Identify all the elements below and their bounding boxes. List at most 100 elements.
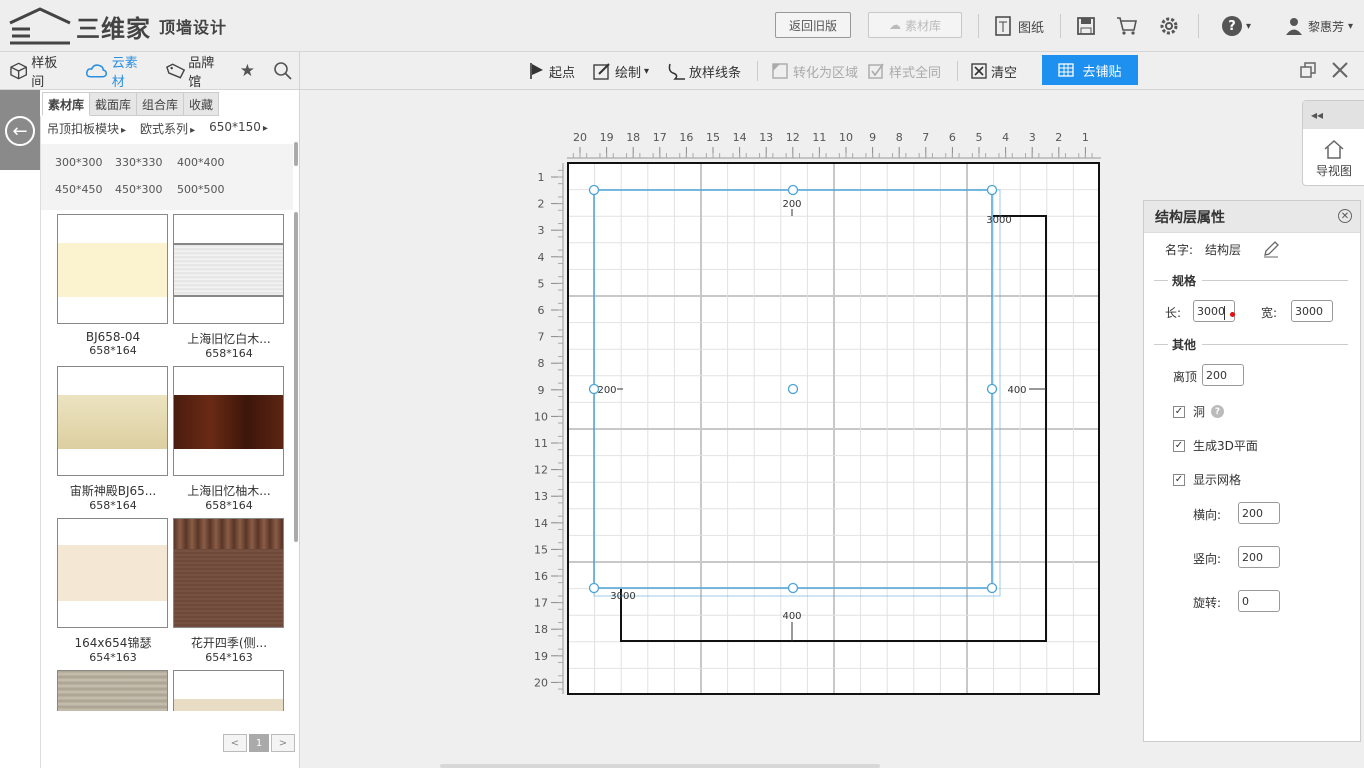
start-point-tool[interactable]: 起点: [529, 59, 575, 83]
tab-cloud-material[interactable]: 云素材: [75, 52, 155, 90]
prev-page-button[interactable]: <: [223, 734, 247, 752]
material-list-scrollbar[interactable]: [294, 212, 298, 542]
clear-tool[interactable]: 清空: [971, 59, 1017, 83]
resize-handle[interactable]: [588, 184, 600, 196]
tab-brand-hall[interactable]: 品牌馆: [155, 52, 232, 90]
rotation-input[interactable]: [1238, 590, 1280, 612]
next-page-button[interactable]: >: [271, 734, 295, 752]
material-thumbnail: [57, 518, 168, 628]
name-label: 名字:: [1165, 243, 1194, 257]
draw-tool[interactable]: 绘制 ▾: [593, 59, 649, 83]
cart-button[interactable]: [1116, 14, 1138, 38]
collapse-view-button[interactable]: ◂◂: [1303, 101, 1364, 129]
resize-handle[interactable]: [787, 582, 799, 594]
breadcrumb-item[interactable]: 欧式系列: [140, 120, 195, 137]
size-option[interactable]: 330*330: [115, 156, 163, 169]
resize-handle[interactable]: [787, 383, 799, 395]
material-thumbnail: [57, 214, 168, 324]
structure-properties-panel: 结构层属性 ✕ 名字: 结构层 规格 长: 宽: 其他 离顶 ✓ 洞 ? ✓ 生…: [1143, 200, 1361, 742]
save-button[interactable]: [1076, 14, 1096, 38]
close-properties-button[interactable]: ✕: [1338, 209, 1352, 223]
material-library-button[interactable]: ☁ 素材库: [868, 12, 962, 38]
cube-icon: [10, 62, 27, 80]
resize-handle[interactable]: [787, 184, 799, 196]
loft-line-tool[interactable]: 放样线条: [667, 59, 741, 83]
length-label: 长:: [1165, 306, 1182, 320]
length-input[interactable]: [1193, 300, 1235, 322]
material-card[interactable]: 上海旧忆白木... 658*164: [173, 214, 285, 360]
bottom-scrollbar[interactable]: [440, 764, 880, 768]
material-card[interactable]: [57, 670, 169, 711]
close-window-button[interactable]: [1326, 56, 1354, 84]
material-thumbnail: [173, 518, 284, 628]
start-point-label: 起点: [549, 65, 576, 81]
ruler-tick-label: 4: [1002, 131, 1009, 144]
material-dimensions: 654*163: [89, 651, 137, 664]
help-icon[interactable]: ?: [1211, 405, 1225, 418]
tab-section-library[interactable]: 截面库: [90, 92, 138, 116]
back-strip: ←: [0, 90, 40, 170]
ruler-tick-label: 3: [538, 224, 545, 237]
convert-to-region-tool[interactable]: 转化为区域: [771, 59, 858, 83]
drawing-button[interactable]: 图纸: [994, 14, 1044, 38]
width-input[interactable]: [1291, 300, 1333, 322]
material-card[interactable]: 花开四季(侧... 654*163: [173, 518, 285, 664]
ruler-tick-label: 19: [534, 650, 548, 663]
search-button[interactable]: [261, 52, 299, 90]
edit-name-button[interactable]: [1262, 241, 1280, 259]
size-option[interactable]: 450*450: [55, 183, 103, 196]
material-card[interactable]: BJ658-04 658*164: [57, 214, 169, 357]
material-browser: 吊顶扣板模块 欧式系列 650*150 300*300 330*330 400*…: [40, 116, 299, 768]
current-page[interactable]: 1: [249, 734, 269, 752]
ruler-tick-label: 14: [733, 131, 747, 144]
resize-handle[interactable]: [986, 383, 998, 395]
generate-3d-checkbox[interactable]: ✓ 生成3D平面: [1173, 437, 1258, 454]
dim-label-width-bottom: 3000: [610, 591, 635, 602]
material-card[interactable]: [173, 670, 285, 711]
resize-handle[interactable]: [986, 184, 998, 196]
help-menu[interactable]: ? ▾: [1222, 14, 1251, 38]
go-to-paste-button[interactable]: 去铺贴: [1042, 55, 1138, 85]
resize-handle[interactable]: [986, 582, 998, 594]
restore-window-button[interactable]: [1294, 56, 1322, 84]
show-grid-checkbox[interactable]: ✓ 显示网格: [1173, 471, 1241, 488]
tab-sample-room[interactable]: 样板间: [0, 52, 75, 90]
tab-favorites[interactable]: 收藏: [184, 92, 220, 116]
back-button[interactable]: ←: [5, 116, 35, 146]
style-all-same-tool[interactable]: 样式全同: [867, 59, 941, 83]
ruler-tick-label: 11: [812, 131, 826, 144]
navigation-view-button[interactable]: 导视图: [1303, 131, 1364, 185]
offset-input[interactable]: [1202, 364, 1244, 386]
close-icon: [1332, 62, 1348, 78]
drawing-icon: [995, 16, 1011, 36]
vertical-spacing-input[interactable]: [1238, 546, 1280, 568]
size-option[interactable]: 400*400: [177, 156, 225, 169]
resize-handle[interactable]: [588, 582, 600, 594]
breadcrumb-item[interactable]: 650*150: [209, 120, 268, 137]
size-option[interactable]: 300*300: [55, 156, 103, 169]
material-card[interactable]: 164x654锦瑟 654*163: [57, 518, 169, 664]
tab-brand-hall-label: 品牌馆: [188, 56, 215, 90]
other-section-header: 其他: [1154, 336, 1348, 353]
material-dimensions: 658*164: [89, 344, 137, 357]
loft-line-label: 放样线条: [689, 65, 742, 81]
tab-combo-library[interactable]: 组合库: [137, 92, 185, 116]
toolbar-divider: [757, 61, 758, 81]
ruler-tick-label: 12: [786, 131, 800, 144]
breadcrumb-item[interactable]: 吊顶扣板模块: [47, 120, 126, 137]
ruler-tick-label: 6: [538, 304, 545, 317]
hole-checkbox[interactable]: ✓ 洞 ?: [1173, 403, 1225, 420]
size-list-scrollbar[interactable]: [294, 142, 298, 166]
main-toolbar: 样板间 云素材 品牌馆 ★ 起点 绘制 ▾ 放样线条 转化为区域 样式全同 清空…: [0, 52, 1364, 90]
return-old-version-button[interactable]: 返回旧版: [775, 12, 851, 38]
size-option[interactable]: 500*500: [177, 183, 225, 196]
material-card[interactable]: 上海旧忆柚木... 658*164: [173, 366, 285, 512]
settings-button[interactable]: [1158, 14, 1180, 38]
material-card[interactable]: 宙斯神殿BJ65... 658*164: [57, 366, 169, 512]
horizontal-spacing-input[interactable]: [1238, 502, 1280, 524]
tab-material-library[interactable]: 素材库: [42, 92, 91, 116]
user-menu[interactable]: 黎惠芳 ▾: [1284, 14, 1353, 38]
size-option[interactable]: 450*300: [115, 183, 163, 196]
house-logo-icon: [9, 7, 71, 45]
favorites-button[interactable]: ★: [232, 52, 261, 90]
